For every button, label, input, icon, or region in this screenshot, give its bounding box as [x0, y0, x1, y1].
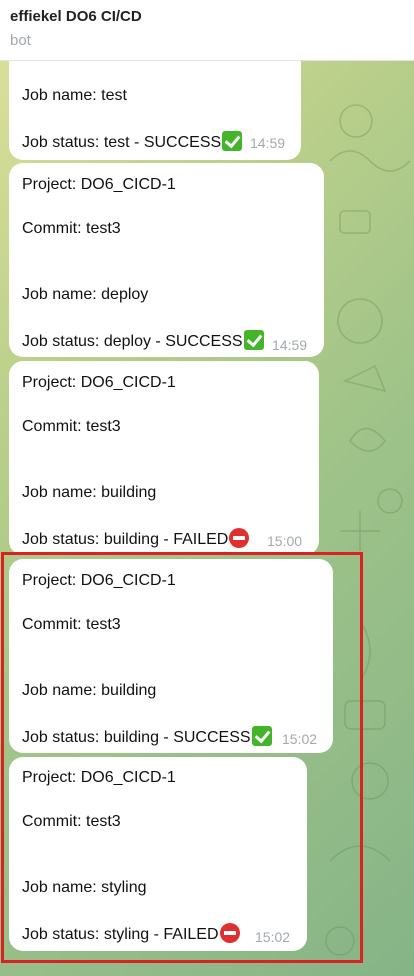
message-line-commit: Commit: test3 [22, 616, 121, 633]
message-bubble[interactable]: Project: DO6_CICD-1 Commit: test3 Job na… [9, 757, 307, 951]
chat-header[interactable]: effiekel DO6 CI/CD bot [0, 0, 414, 61]
message-line-job-status: Job status: building - SUCCESS [22, 726, 272, 747]
message-line-job-name: Job name: styling [22, 879, 147, 896]
message-line-job-name: Job name: building [22, 682, 157, 699]
message-line-job-status: Job status: styling - FAILED [22, 923, 240, 944]
message-line-job-status: Job status: building - FAILED [22, 528, 250, 549]
message-line-commit: Commit: test3 [22, 220, 121, 237]
message-line-commit: Commit: test3 [22, 418, 121, 435]
chat-area[interactable]: Job name: test Job status: test - SUCCES… [0, 61, 414, 976]
chat-title: effiekel DO6 CI/CD [10, 8, 142, 25]
check-mark-icon [251, 726, 272, 746]
message-bubble[interactable]: Job name: test Job status: test - SUCCES… [9, 61, 301, 160]
no-entry-icon [229, 528, 250, 548]
message-time: 15:02 [255, 929, 291, 945]
message-line-project: Project: DO6_CICD-1 [22, 176, 176, 193]
message-line-job-name: Job name: building [22, 484, 157, 501]
message-bubble[interactable]: Project: DO6_CICD-1 Commit: test3 Job na… [9, 361, 319, 555]
message-line-job-name: Job name: deploy [22, 286, 149, 303]
check-mark-icon [243, 330, 264, 350]
message-line-project: Project: DO6_CICD-1 [22, 572, 176, 589]
message-time: 14:59 [250, 135, 286, 151]
message-line-commit: Commit: test3 [22, 813, 121, 830]
message-line-project: Project: DO6_CICD-1 [22, 374, 176, 391]
no-entry-icon [219, 923, 240, 943]
message-time: 14:59 [272, 337, 308, 353]
chat-subtitle: bot [10, 32, 31, 49]
message-line-job-status: Job status: test - SUCCESS [22, 131, 243, 152]
message-line-project: Project: DO6_CICD-1 [22, 769, 176, 786]
message-time: 15:02 [282, 731, 318, 747]
message-bubble[interactable]: Project: DO6_CICD-1 Commit: test3 Job na… [9, 559, 333, 753]
message-line-job-status: Job status: deploy - SUCCESS [22, 330, 264, 351]
check-mark-icon [222, 131, 243, 151]
message-line-job-name: Job name: test [22, 87, 127, 104]
message-bubble[interactable]: Project: DO6_CICD-1 Commit: test3 Job na… [9, 163, 324, 357]
message-time: 15:00 [267, 533, 303, 549]
